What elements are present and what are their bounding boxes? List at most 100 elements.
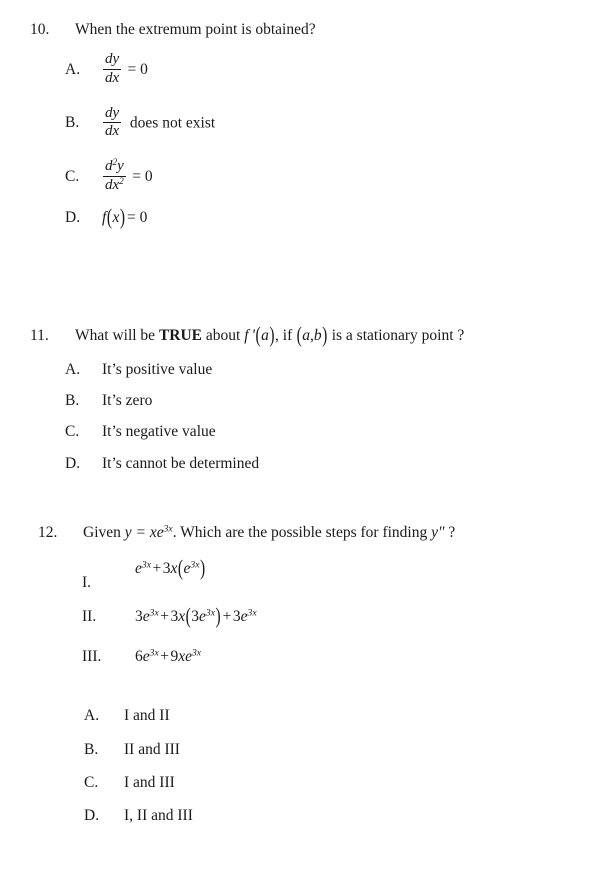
stem-emphasis-true: TRUE <box>158 327 203 344</box>
exponent-3x: 3x <box>163 523 173 535</box>
right-paren: ) <box>215 604 221 629</box>
option-11-b-text: It’s zero <box>102 392 153 410</box>
step-ii: II. 3e3x+3x(3e3x) +3e3x <box>82 604 607 629</box>
stem-text-2: . Which are the possible steps for findi… <box>172 524 432 541</box>
left-paren: ( <box>177 556 184 581</box>
math-f-prime-a: f '(a) <box>244 323 275 348</box>
numerator-y: y <box>117 158 124 175</box>
option-11-c-label: C. <box>65 423 80 441</box>
option-11-b-label: B. <box>65 392 80 410</box>
math-point-a-b: (a,b) <box>296 323 328 348</box>
right-paren: ) <box>199 556 206 581</box>
option-11-a-label: A. <box>65 361 81 379</box>
fraction-dy-dx: dy dx <box>103 51 122 87</box>
fraction-d2y-dx2: d2y dx2 <box>103 158 126 194</box>
question-10-options: A. dy dx = 0 B. dy dx does not exist C. … <box>65 51 607 230</box>
option-12-d-text: I, II and III <box>124 806 193 824</box>
stem-text-4: is a stationary point ? <box>327 327 465 344</box>
option-12-b-label: B. <box>84 740 99 758</box>
option-10-d[interactable]: D. f(x) = 0 <box>65 205 607 230</box>
option-11-d-label: D. <box>65 454 81 472</box>
fraction-denominator: dx <box>103 122 122 140</box>
option-11-a[interactable]: A. It’s positive value <box>65 360 607 380</box>
option-11-c[interactable]: C. It’s negative value <box>65 422 607 442</box>
option-10-a[interactable]: A. dy dx = 0 <box>65 51 607 87</box>
option-12-d-label: D. <box>84 806 100 824</box>
question-11: 11. What will be TRUE about f '(a), if (… <box>0 323 607 474</box>
option-10-a-body: dy dx = 0 <box>102 51 607 87</box>
math-second-derivative-equals-zero: d2y dx2 = 0 <box>102 158 154 193</box>
relation-equals-zero: = 0 <box>127 60 148 78</box>
question-11-options: A. It’s positive value B. It’s zero C. I… <box>65 360 607 474</box>
fraction-numerator: dy <box>105 51 120 68</box>
option-10-b-label: B. <box>65 114 80 132</box>
question-12-stem: Given y = xe3x. Which are the possible s… <box>83 523 607 543</box>
math-f-of-x-equals-zero: f(x) = 0 <box>102 205 149 230</box>
stem-text-1: Given <box>83 524 125 541</box>
expression-y-xe: y = xe <box>124 524 164 541</box>
option-11-d[interactable]: D. It’s cannot be determined <box>65 454 607 474</box>
step-i-label: I. <box>82 574 92 592</box>
option-10-c-body: d2y dx2 = 0 <box>102 158 607 194</box>
option-12-a[interactable]: A. I and II <box>84 706 607 726</box>
step-ii-formula: 3e3x+3x(3e3x) +3e3x <box>135 604 607 629</box>
stem-text-3: ? <box>444 524 456 541</box>
option-10-d-body: f(x) = 0 <box>102 205 607 230</box>
option-10-a-label: A. <box>65 60 81 78</box>
fraction-numerator: d2y <box>103 158 126 176</box>
step-i: I. e3x+3x(e3x) <box>82 556 607 593</box>
option-12-a-text: I and II <box>124 707 170 725</box>
question-12-number: 12. <box>38 524 58 541</box>
relation-equals-zero: = 0 <box>132 167 153 185</box>
left-paren: ( <box>185 604 191 629</box>
option-12-a-label: A. <box>84 707 100 725</box>
denominator-dx: dx <box>105 176 120 193</box>
question-12-steps: I. e3x+3x(e3x) II. 3e3x+3x(3e3x) +3e3x II… <box>82 556 607 667</box>
left-paren: ( <box>296 322 302 348</box>
option-11-a-text: It’s positive value <box>102 361 213 379</box>
option-10-b-body: dy dx does not exist <box>102 104 607 141</box>
math-step-iii: 6e3x+9xe3x <box>135 648 202 666</box>
option-12-b-text: II and III <box>124 740 180 758</box>
option-12-d[interactable]: D. I, II and III <box>84 806 607 826</box>
function-name: f <box>102 208 107 226</box>
stem-text-1: What will be <box>75 327 159 344</box>
denominator-exponent: 2 <box>119 176 124 187</box>
fraction-denominator: dx2 <box>103 175 126 194</box>
math-step-i: e3x+3x(e3x) <box>135 556 206 581</box>
right-paren: ) <box>322 322 328 348</box>
left-paren: ( <box>255 322 261 348</box>
option-12-b[interactable]: B. II and III <box>84 740 607 760</box>
question-10-number: 10. <box>30 21 50 38</box>
numerator-d: d <box>105 158 113 175</box>
step-iii-formula: 6e3x+9xe3x <box>135 647 607 667</box>
function-argument: x <box>112 208 120 226</box>
math-step-ii: 3e3x+3x(3e3x) +3e3x <box>135 604 257 629</box>
option-10-c-label: C. <box>65 167 80 185</box>
option-10-c[interactable]: C. d2y dx2 = 0 <box>65 158 607 194</box>
option-11-c-text: It’s negative value <box>102 423 216 441</box>
question-12: 12. Given y = xe3x. Which are the possib… <box>0 523 607 826</box>
question-12-options: A. I and II B. II and III C. I and III D… <box>84 706 607 826</box>
option-10-b[interactable]: B. dy dx does not exist <box>65 104 607 141</box>
fraction-dy-dx: dy dx <box>103 104 122 141</box>
right-paren: ) <box>119 204 126 230</box>
option-12-c-label: C. <box>84 773 99 791</box>
stem-text-2: about <box>202 327 245 344</box>
left-paren: ( <box>106 204 112 230</box>
option-12-c[interactable]: C. I and III <box>84 773 607 793</box>
option-11-b[interactable]: B. It’s zero <box>65 391 607 411</box>
option-12-c-text: I and III <box>124 773 175 791</box>
question-11-stem: What will be TRUE about f '(a), if (a,b)… <box>75 323 607 348</box>
fraction-numerator: dy <box>105 104 120 121</box>
relation-equals-zero: = 0 <box>127 208 148 226</box>
document-page: 10. When the extremum point is obtained?… <box>0 0 607 875</box>
question-10: 10. When the extremum point is obtained?… <box>0 20 607 230</box>
fraction-denominator: dx <box>103 68 122 86</box>
step-iii: III. 6e3x+9xe3x <box>82 647 607 667</box>
question-11-header: 11. What will be TRUE about f '(a), if (… <box>0 323 607 348</box>
option-10-b-text: does not exist <box>129 114 216 132</box>
step-ii-label: II. <box>82 608 97 626</box>
math-y-equals-xe3x: y = xe3x <box>125 524 173 541</box>
option-10-d-label: D. <box>65 208 81 226</box>
